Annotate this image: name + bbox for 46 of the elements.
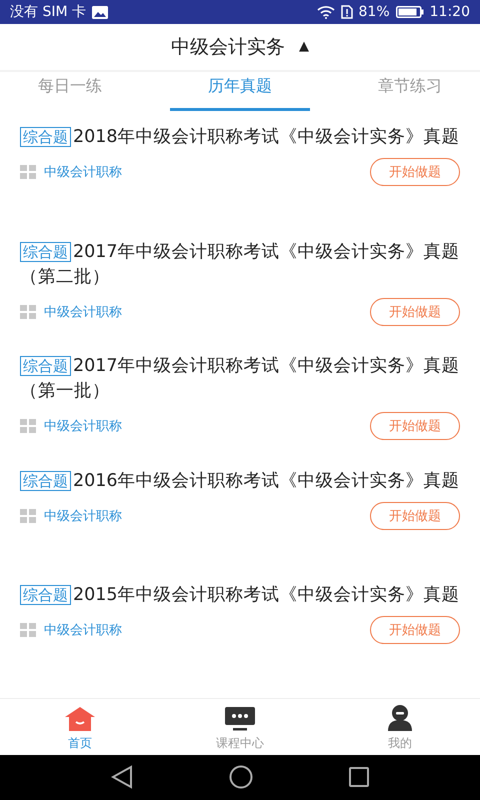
- home-circle-icon[interactable]: [229, 765, 253, 790]
- house-icon: [64, 706, 96, 732]
- paper-title[interactable]: 综合题 2018年中级会计职称考试《中级会计实务》真题: [20, 125, 460, 150]
- category-text: 中级会计职称: [44, 622, 123, 640]
- grid-icon: [20, 165, 36, 180]
- category-text: 中级会计职称: [44, 164, 123, 182]
- grid-icon: [20, 419, 36, 434]
- nav-tab[interactable]: 首页: [0, 698, 160, 755]
- type-tag: 综合题: [20, 242, 71, 262]
- grid-icon: [20, 304, 36, 319]
- start-button[interactable]: 开始做题: [370, 502, 460, 530]
- subject-title[interactable]: 中级会计实务: [171, 34, 285, 60]
- carrier-text: 没有 SIM 卡: [10, 3, 86, 22]
- start-button[interactable]: 开始做题: [370, 158, 460, 186]
- battery-percent: 81%: [358, 4, 390, 20]
- recents-icon[interactable]: [349, 767, 369, 788]
- screen-icon: [224, 706, 256, 732]
- category-text: 中级会计职称: [44, 304, 123, 321]
- type-tag: 综合题: [20, 470, 71, 491]
- tab[interactable]: 每日一练: [0, 72, 140, 112]
- nav-tab[interactable]: 我的: [320, 698, 480, 755]
- clock-text: 11:20: [430, 4, 470, 20]
- grid-icon: [20, 508, 36, 523]
- tab[interactable]: 历年真题: [170, 72, 310, 112]
- grid-icon: [20, 623, 36, 638]
- wifi-icon: [316, 5, 335, 20]
- collapse-arrow[interactable]: ▲: [299, 39, 309, 54]
- back-icon[interactable]: [111, 765, 133, 790]
- start-button[interactable]: 开始做题: [370, 298, 460, 326]
- start-button[interactable]: 开始做题: [370, 412, 460, 440]
- battery-icon: [396, 6, 424, 18]
- type-tag: 综合题: [20, 127, 71, 148]
- image-icon: [92, 6, 108, 19]
- paper-title[interactable]: 综合题 2017年中级会计职称考试《中级会计实务》真题（第二批）: [20, 240, 460, 290]
- paper-title[interactable]: 综合题 2015年中级会计职称考试《中级会计实务》真题: [20, 583, 460, 608]
- paper-title[interactable]: 综合题 2017年中级会计职称考试《中级会计实务》真题（第一批）: [20, 354, 460, 404]
- type-tag: 综合题: [20, 356, 71, 376]
- sim-alert-icon: [340, 5, 353, 20]
- start-button[interactable]: 开始做题: [370, 616, 460, 644]
- tab[interactable]: 章节练习: [340, 72, 480, 112]
- person-icon: [386, 704, 414, 732]
- category-text: 中级会计职称: [44, 508, 123, 525]
- paper-title[interactable]: 综合题 2016年中级会计职称考试《中级会计实务》真题: [20, 468, 460, 494]
- nav-tab[interactable]: 课程中心: [160, 698, 320, 755]
- type-tag: 综合题: [20, 585, 71, 606]
- category-text: 中级会计职称: [44, 418, 123, 436]
